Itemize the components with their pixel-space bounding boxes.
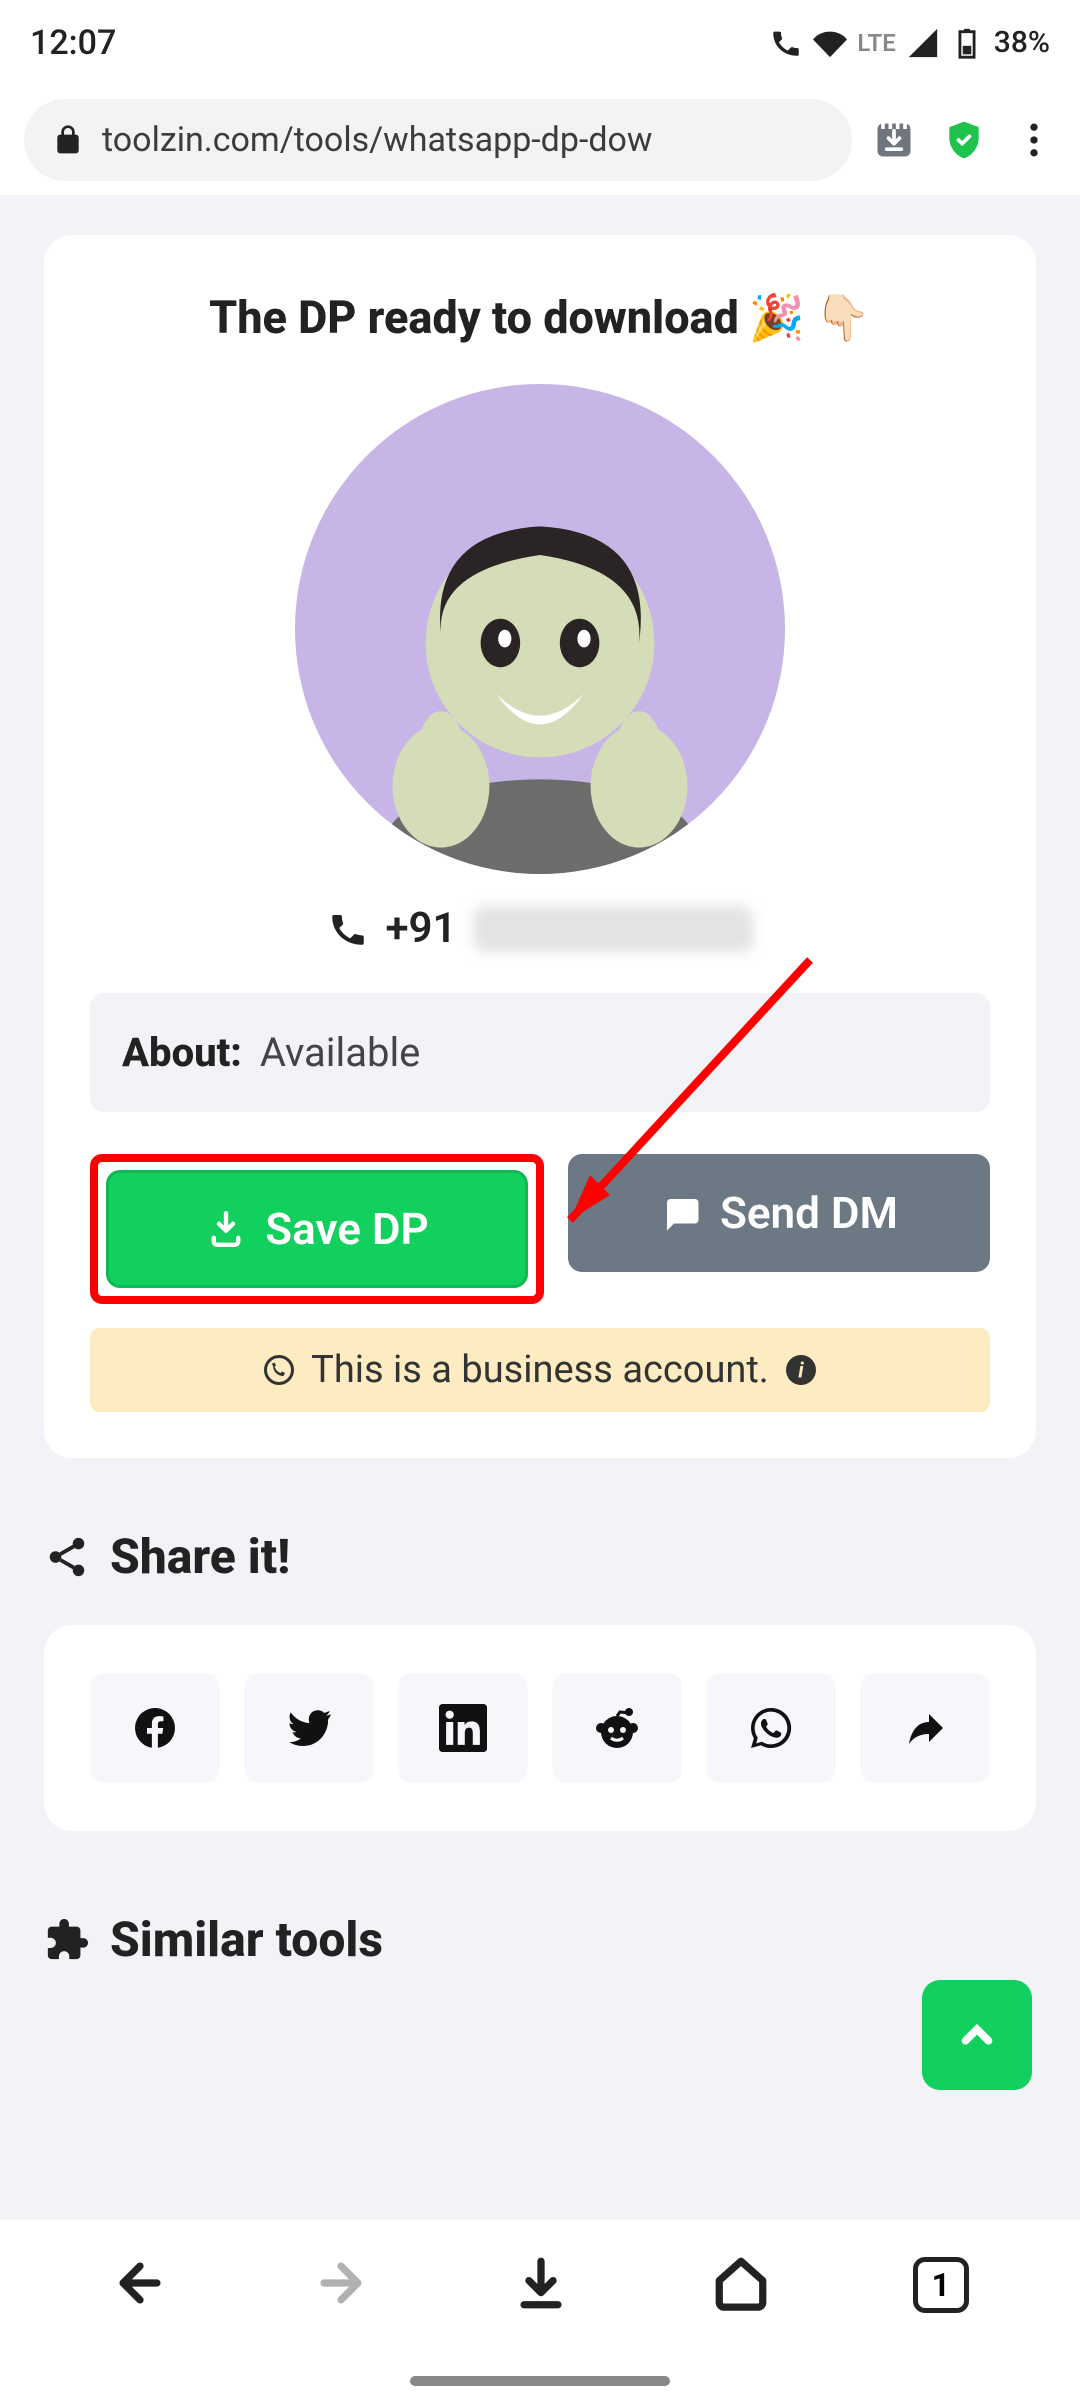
status-time: 12:07 — [30, 23, 116, 63]
about-box: About: Available — [90, 993, 990, 1112]
nav-forward — [312, 2254, 370, 2316]
button-row: Save DP Send DM — [90, 1154, 990, 1304]
lock-icon — [52, 124, 84, 156]
wifi-calling-icon — [769, 26, 803, 60]
about-label: About: — [122, 1029, 242, 1076]
business-notice: This is a business account. i — [90, 1328, 990, 1412]
phone-row: +91 — [90, 904, 990, 953]
arrow-right-icon — [312, 2254, 370, 2312]
battery-percent: 38% — [994, 25, 1050, 60]
similar-title: Similar tools — [110, 1911, 383, 1968]
arrow-left-icon — [111, 2254, 169, 2312]
nav-home[interactable] — [712, 2254, 770, 2316]
url-bar[interactable]: toolzin.com/tools/whatsapp-dp-dow — [24, 99, 852, 181]
status-bar: 12:07 LTE 38% — [0, 0, 1080, 85]
send-dm-button[interactable]: Send DM — [568, 1154, 990, 1272]
nav-tabs[interactable]: 1 — [913, 2257, 969, 2313]
signal-icon — [906, 26, 940, 60]
share-nodes-icon — [44, 1534, 90, 1580]
download-nav-icon — [512, 2254, 570, 2312]
save-label: Save DP — [265, 1203, 428, 1255]
wifi-icon — [813, 26, 847, 60]
facebook-icon — [131, 1704, 179, 1752]
notice-text: This is a business account. — [311, 1348, 769, 1392]
chat-icon — [660, 1192, 702, 1234]
save-highlight: Save DP — [90, 1154, 544, 1304]
party-popper-icon: 🎉 — [749, 291, 805, 344]
phone-prefix: +91 — [385, 904, 456, 953]
similar-header: Similar tools — [44, 1911, 1036, 1968]
svg-text:i: i — [798, 1360, 804, 1384]
phone-icon — [327, 908, 369, 950]
phone-redacted — [473, 906, 753, 952]
share-header: Share it! — [44, 1528, 1036, 1585]
linkedin-icon — [439, 1704, 487, 1752]
home-icon — [712, 2254, 770, 2312]
menu-dots-icon[interactable] — [1012, 118, 1056, 162]
card-title: The DP ready to download 🎉 👇🏻 — [90, 291, 990, 344]
puzzle-icon — [44, 1917, 90, 1963]
profile-avatar — [295, 384, 785, 874]
network-label: LTE — [857, 29, 895, 57]
result-card: The DP ready to download 🎉 👇🏻 — [44, 235, 1036, 1458]
share-facebook[interactable] — [90, 1673, 220, 1783]
send-label: Send DM — [720, 1187, 898, 1239]
whatsapp-share-icon — [747, 1704, 795, 1752]
about-value: Available — [260, 1029, 421, 1076]
shield-check-icon[interactable] — [942, 118, 986, 162]
share-more[interactable] — [860, 1673, 990, 1783]
share-twitter[interactable] — [244, 1673, 374, 1783]
battery-icon — [950, 26, 984, 60]
downloads-extension-icon[interactable] — [872, 118, 916, 162]
share-card — [44, 1625, 1036, 1831]
share-whatsapp[interactable] — [706, 1673, 836, 1783]
share-reddit[interactable] — [552, 1673, 682, 1783]
card-title-text: The DP ready to download — [209, 291, 739, 344]
scroll-top-button[interactable] — [922, 1980, 1032, 2090]
reddit-icon — [593, 1704, 641, 1752]
browser-bottom-nav: 1 — [0, 2220, 1080, 2400]
status-icons: LTE 38% — [769, 25, 1050, 60]
avatar-container — [90, 384, 990, 874]
tab-count-value: 1 — [932, 2266, 950, 2304]
whatsapp-icon — [261, 1352, 297, 1388]
point-down-icon: 👇🏻 — [815, 291, 871, 344]
browser-bar: toolzin.com/tools/whatsapp-dp-dow — [0, 85, 1080, 195]
share-arrow-icon — [901, 1704, 949, 1752]
avatar-illustration — [320, 434, 760, 874]
share-title: Share it! — [110, 1528, 290, 1585]
nav-download[interactable] — [512, 2254, 570, 2316]
twitter-icon — [285, 1704, 333, 1752]
info-icon[interactable]: i — [783, 1352, 819, 1388]
url-text: toolzin.com/tools/whatsapp-dp-dow — [102, 120, 652, 160]
download-icon — [205, 1208, 247, 1250]
gesture-bar — [410, 2376, 670, 2386]
chevron-up-icon — [954, 2012, 1000, 2058]
share-linkedin[interactable] — [398, 1673, 528, 1783]
nav-back[interactable] — [111, 2254, 169, 2316]
save-dp-button[interactable]: Save DP — [106, 1170, 528, 1288]
